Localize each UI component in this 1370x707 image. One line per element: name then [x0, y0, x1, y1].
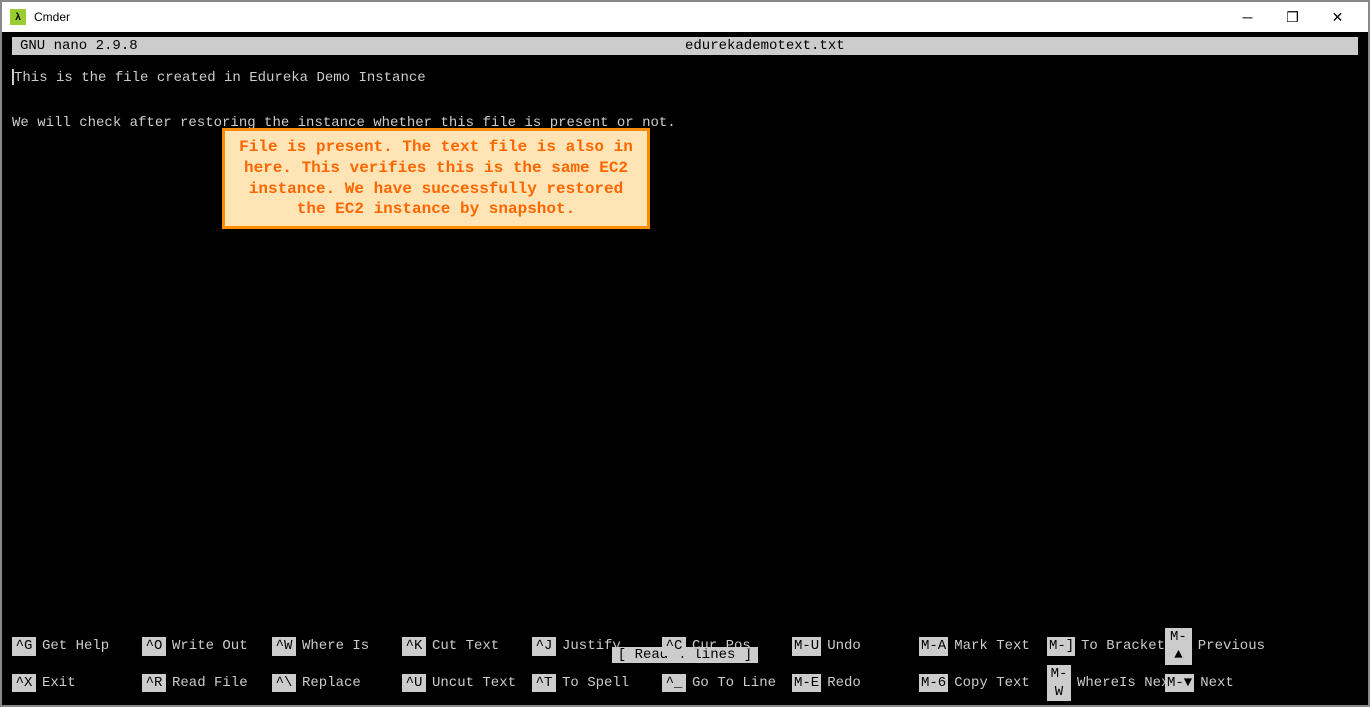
shortcut-where-is: ^WWhere Is — [272, 628, 402, 664]
shortcut-go-to-line: ^_Go To Line — [662, 665, 792, 701]
editor-content[interactable]: This is the file created in Edureka Demo… — [12, 67, 1358, 134]
maximize-button[interactable]: ❐ — [1270, 2, 1315, 32]
shortcut-previous: M-▲Previous — [1165, 628, 1265, 664]
app-icon: λ — [10, 9, 26, 25]
shortcut-uncut-text: ^UUncut Text — [402, 665, 532, 701]
window-title: Cmder — [34, 10, 1225, 24]
shortcut-mark-text: M-AMark Text — [919, 628, 1047, 664]
shortcut-get-help: ^GGet Help — [12, 628, 142, 664]
shortcut-copy-text: M-6Copy Text — [919, 665, 1047, 701]
shortcut-replace: ^\Replace — [272, 665, 402, 701]
shortcut-cut-text: ^KCut Text — [402, 628, 532, 664]
shortcut-read-file: ^RRead File — [142, 665, 272, 701]
annotation-callout: File is present. The text file is also i… — [222, 128, 650, 229]
shortcut-whereis-next: M-WWhereIs Next — [1047, 665, 1165, 701]
shortcut-next: M-▼Next — [1165, 665, 1265, 701]
minimize-button[interactable]: ─ — [1225, 2, 1270, 32]
shortcut-row-2: ^XExit ^RRead File ^\Replace ^UUncut Tex… — [12, 665, 1358, 701]
shortcut-justify: ^JJustify — [532, 628, 662, 664]
window-controls: ─ ❐ ✕ — [1225, 2, 1360, 32]
nano-shortcuts: ^GGet Help ^OWrite Out ^WWhere Is ^KCut … — [12, 628, 1358, 701]
shortcut-to-spell: ^TTo Spell — [532, 665, 662, 701]
shortcut-write-out: ^OWrite Out — [142, 628, 272, 664]
editor-line-1: This is the file created in Edureka Demo… — [14, 70, 426, 86]
nano-header-bar: GNU nano 2.9.8 edurekademotext.txt — [12, 37, 1358, 55]
shortcut-to-bracket: M-]To Bracket — [1047, 628, 1165, 664]
nano-version: GNU nano 2.9.8 — [20, 38, 685, 54]
close-button[interactable]: ✕ — [1315, 2, 1360, 32]
shortcut-redo: M-ERedo — [792, 665, 919, 701]
shortcut-row-1: ^GGet Help ^OWrite Out ^WWhere Is ^KCut … — [12, 628, 1358, 664]
terminal-area[interactable]: GNU nano 2.9.8 edurekademotext.txt This … — [2, 32, 1368, 705]
window-titlebar: λ Cmder ─ ❐ ✕ — [2, 2, 1368, 32]
shortcut-cur-pos: ^CCur Pos — [662, 628, 792, 664]
nano-filename: edurekademotext.txt — [685, 38, 845, 54]
shortcut-exit: ^XExit — [12, 665, 142, 701]
shortcut-undo: M-UUndo — [792, 628, 919, 664]
